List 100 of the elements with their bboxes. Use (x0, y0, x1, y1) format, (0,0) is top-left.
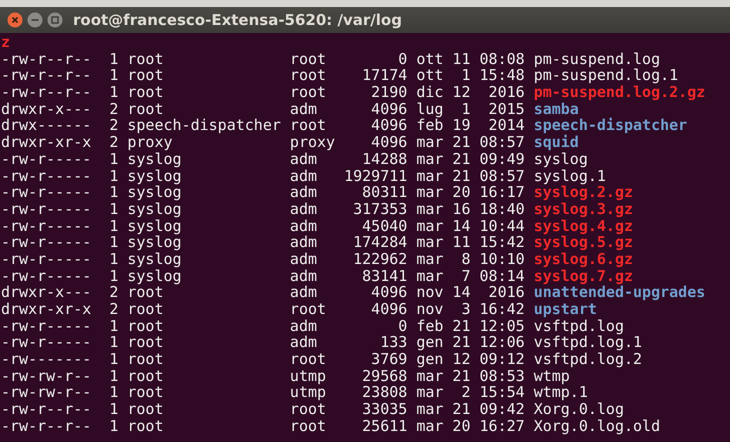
file-name: Xorg.0.log.old (534, 418, 660, 434)
group-text: adm (290, 334, 318, 352)
date-text: mar 20 16:27 (416, 418, 525, 434)
permissions-text: -rw-r--r-- (1, 50, 92, 68)
owner-text: root (127, 318, 164, 334)
date-text: gen 12 09:12 (416, 351, 525, 368)
file-size: 317353 (352, 200, 408, 218)
group-text: root (290, 351, 328, 368)
link-count: 1 (109, 384, 118, 402)
date-text: mar 11 15:42 (416, 234, 525, 251)
file-name: vsftpd.log.2 (534, 351, 642, 368)
file-name: pm-suspend.log (534, 50, 660, 68)
owner-text: root (127, 100, 164, 118)
link-count: 2 (109, 117, 118, 134)
file-size: 80311 (361, 184, 408, 201)
owner-text: root (127, 284, 164, 301)
owner-text: syslog (127, 234, 183, 251)
file-size: 3769 (370, 351, 408, 368)
file-size: 45040 (361, 218, 408, 234)
file-size: 4096 (370, 117, 408, 134)
group-text: root (290, 117, 328, 134)
date-text: ott 1 15:48 (416, 67, 525, 84)
owner-text: syslog (127, 184, 183, 201)
owner-text: syslog (127, 218, 183, 234)
permissions-text: -rw------- (1, 351, 92, 368)
file-name: unattended-upgrades (534, 284, 706, 301)
date-text: ott 11 08:08 (416, 50, 525, 68)
permissions-text: -rw-r----- (1, 200, 92, 218)
file-name: vsftpd.log.1 (534, 334, 642, 352)
owner-text: syslog (127, 268, 183, 284)
group-text: adm (290, 268, 318, 284)
link-count: 1 (109, 184, 118, 201)
file-size: 25611 (361, 418, 408, 434)
group-text: adm (290, 150, 318, 168)
link-count: 2 (109, 100, 118, 118)
group-text: adm (290, 250, 318, 268)
date-text: nov 3 16:42 (416, 301, 525, 318)
date-text: mar 16 18:40 (416, 200, 525, 218)
permissions-text: drwxr-xr-x (1, 134, 92, 151)
file-name: syslog.4.gz (534, 218, 634, 234)
file-name: vsftpd.log (534, 318, 624, 334)
file-size: 122962 (352, 250, 408, 268)
group-text: adm (290, 200, 318, 218)
owner-text: root (127, 368, 164, 384)
link-count: 1 (109, 268, 118, 284)
permissions-text: drwxr-x--- (1, 284, 92, 301)
file-size: 29568 (361, 368, 408, 384)
date-text: nov 14 2016 (416, 284, 525, 301)
date-text: mar 8 10:10 (416, 250, 525, 268)
link-count: 1 (109, 200, 118, 218)
group-text: adm (290, 184, 318, 201)
group-text: adm (290, 284, 318, 301)
file-size: 14288 (361, 150, 408, 168)
permissions-text: -rw-rw-r-- (1, 384, 92, 402)
file-name: Xorg.0.log (534, 401, 624, 418)
file-name: syslog.1 (534, 168, 606, 184)
date-text: dic 12 2016 (416, 84, 525, 101)
link-count: 1 (109, 50, 118, 68)
owner-text: root (127, 67, 164, 84)
permissions-text: -rw-r----- (1, 234, 92, 251)
close-icon[interactable] (7, 12, 23, 28)
file-name: syslog.3.gz (534, 200, 634, 218)
link-count: 1 (109, 318, 118, 334)
file-size: 17174 (361, 67, 408, 84)
file-name: pm-suspend.log.2.gz (534, 84, 706, 101)
minimize-icon[interactable] (27, 12, 43, 28)
permissions-text: -rw-rw-r-- (1, 368, 92, 384)
owner-text: root (127, 418, 164, 434)
file-size: 33035 (361, 401, 408, 418)
owner-text: root (127, 50, 164, 68)
file-name: syslog.2.gz (534, 184, 634, 201)
date-text: mar 7 08:14 (416, 268, 525, 284)
link-count: 1 (109, 250, 118, 268)
file-size: 1929711 (344, 168, 408, 184)
date-text: lug 1 2015 (416, 100, 525, 118)
date-text: mar 21 08:57 (416, 168, 525, 184)
link-count: 1 (109, 418, 118, 434)
permissions-text: -rw-r----- (1, 218, 92, 234)
permissions-text: -rw-r--r-- (1, 67, 92, 84)
file-size: 4096 (370, 284, 408, 301)
group-text: proxy (290, 134, 336, 151)
file-name: samba (534, 100, 579, 118)
group-text: root (290, 418, 328, 434)
file-name: upstart (534, 301, 597, 318)
file-name: wtmp.1 (534, 384, 588, 402)
file-size: 4096 (370, 301, 408, 318)
link-count: 1 (109, 218, 118, 234)
owner-text: speech-dispatcher (127, 117, 282, 134)
group-text: utmp (290, 368, 328, 384)
owner-text: root (127, 84, 164, 101)
file-name: pm-suspend.log.1 (534, 67, 678, 84)
owner-text: root (127, 401, 164, 418)
owner-text: root (127, 351, 164, 368)
owner-text: root (127, 334, 164, 352)
owner-text: root (127, 301, 164, 318)
maximize-icon[interactable] (47, 12, 63, 28)
owner-text: syslog (127, 200, 183, 218)
group-text: root (290, 67, 328, 84)
file-name: syslog.7.gz (534, 268, 634, 284)
file-size: 23808 (361, 384, 408, 402)
